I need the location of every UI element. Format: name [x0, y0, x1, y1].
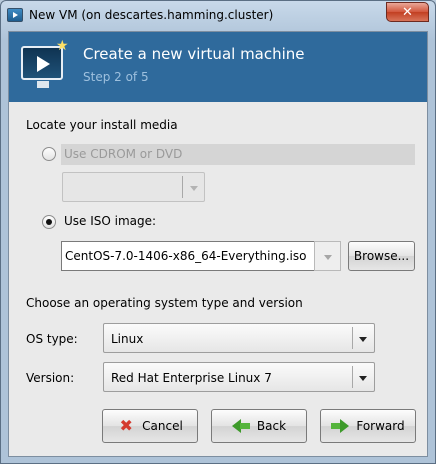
- os-version-select[interactable]: Red Hat Enterprise Linux 7: [103, 362, 375, 392]
- os-version-label: Version:: [26, 371, 75, 385]
- arrow-left-icon: [231, 418, 250, 434]
- chevron-down-icon: [359, 337, 367, 342]
- os-version-value: Red Hat Enterprise Linux 7: [111, 371, 272, 385]
- chevron-down-icon: [190, 186, 198, 191]
- iso-history-dropdown[interactable]: [314, 241, 341, 271]
- os-type-label: OS type:: [26, 332, 78, 346]
- install-media-heading: Locate your install media: [26, 118, 178, 132]
- dialog-content: ★ Create a new virtual machine Step 2 of…: [8, 31, 428, 457]
- back-button-label: Back: [256, 419, 287, 433]
- browse-button[interactable]: Browse...: [348, 241, 415, 271]
- title-bar: New VM (on descartes.hamming.cluster) ✕: [1, 1, 435, 31]
- iso-path-value: CentOS-7.0-1406-x86_64-Everything.iso: [65, 249, 307, 263]
- chevron-down-icon: [359, 376, 367, 381]
- dialog-window: New VM (on descartes.hamming.cluster) ✕ …: [0, 0, 436, 464]
- header-banner: ★ Create a new virtual machine Step 2 of…: [9, 32, 427, 102]
- os-type-value: Linux: [111, 332, 144, 346]
- cancel-x-icon: ✖: [119, 416, 133, 435]
- window-title: New VM (on descartes.hamming.cluster): [29, 8, 274, 22]
- chevron-down-icon: [324, 255, 332, 260]
- forward-button-label: Forward: [356, 419, 405, 433]
- cdrom-device-select[interactable]: [62, 172, 205, 202]
- cdrom-label: Use CDROM or DVD: [64, 147, 183, 161]
- vm-app-icon: [7, 8, 23, 22]
- os-section-heading: Choose an operating system type and vers…: [26, 296, 303, 310]
- arrow-right-icon: [331, 418, 350, 434]
- cancel-button-label: Cancel: [142, 419, 183, 433]
- iso-label: Use ISO image:: [64, 214, 157, 228]
- step-indicator: Step 2 of 5: [83, 70, 149, 84]
- cdrom-radio[interactable]: [42, 147, 56, 161]
- iso-radio[interactable]: [42, 215, 56, 229]
- new-star-icon: ★: [56, 38, 69, 54]
- page-title: Create a new virtual machine: [83, 45, 305, 63]
- forward-button[interactable]: Forward: [320, 409, 416, 443]
- close-button[interactable]: ✕: [386, 2, 429, 22]
- iso-path-input[interactable]: CentOS-7.0-1406-x86_64-Everything.iso: [61, 241, 314, 271]
- back-button[interactable]: Back: [211, 409, 307, 443]
- monitor-stand: [37, 81, 49, 88]
- os-type-select[interactable]: Linux: [103, 323, 375, 353]
- cancel-button[interactable]: ✖ Cancel: [102, 409, 198, 443]
